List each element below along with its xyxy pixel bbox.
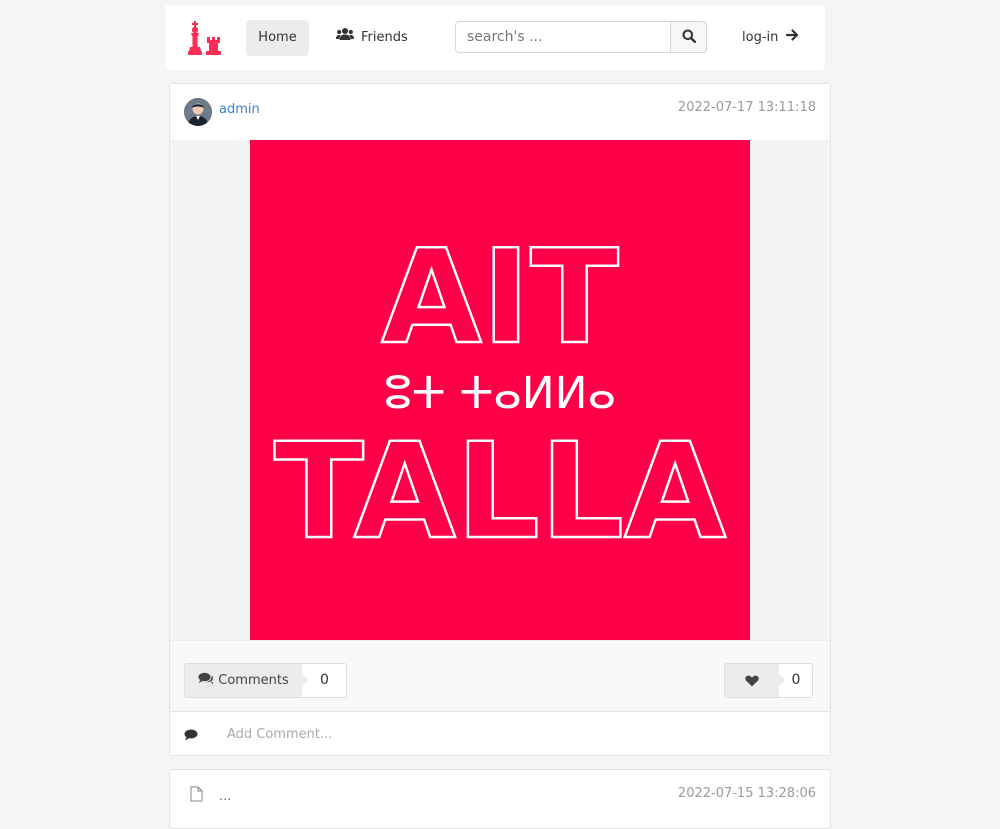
- comment-input[interactable]: [215, 720, 829, 748]
- post-card-2: ... 2022-07-15 13:28:06: [169, 769, 831, 829]
- comment-row: [170, 712, 830, 756]
- file-icon: [188, 786, 204, 806]
- post-image[interactable]: AIT ⵓⵜ ⵜⴰⵍⵍⴰ TALLA: [250, 140, 750, 640]
- image-text-tifinagh: ⵓⵜ ⵜⴰⵍⵍⴰ: [384, 368, 616, 419]
- post-date-2: 2022-07-15 13:28:06: [677, 786, 816, 801]
- post-card: admin 2022-07-17 13:11:18 AIT ⵓⵜ ⵜⴰⵍⵍⴰ T…: [169, 83, 831, 756]
- post-actions: Comments 0 0: [170, 640, 830, 712]
- post-author-2[interactable]: ...: [219, 789, 231, 804]
- top-navbar: Home Friends log-in: [165, 5, 825, 70]
- comments-count: 0: [320, 672, 329, 688]
- post-author[interactable]: admin: [219, 102, 260, 117]
- post-header: admin 2022-07-17 13:11:18: [170, 84, 830, 140]
- nav-friends-label: Friends: [361, 30, 408, 45]
- image-text-line1: AIT: [381, 221, 619, 373]
- search-group: [455, 21, 707, 53]
- image-text-line2: TALLA: [274, 415, 726, 569]
- login-label: log-in: [742, 30, 779, 45]
- comments-icon: [198, 672, 214, 689]
- post-date: 2022-07-17 13:11:18: [677, 100, 816, 115]
- arrow-right-icon: [786, 20, 799, 56]
- search-icon: [682, 28, 696, 47]
- avatar[interactable]: [184, 98, 212, 126]
- login-link[interactable]: log-in: [742, 20, 799, 56]
- search-button[interactable]: [670, 21, 707, 53]
- like-count: 0: [791, 672, 801, 688]
- heart-icon: [725, 664, 786, 697]
- post-media: AIT ⵓⵜ ⵜⴰⵍⵍⴰ TALLA: [170, 140, 830, 640]
- chess-logo-icon[interactable]: [185, 19, 225, 57]
- comments-text: Comments: [218, 673, 289, 688]
- like-button[interactable]: 0: [724, 663, 813, 698]
- comment-icon: [184, 726, 198, 745]
- search-input[interactable]: [455, 21, 670, 53]
- users-icon: [336, 20, 354, 56]
- comments-label: Comments: [185, 664, 309, 697]
- comments-button[interactable]: Comments 0: [184, 663, 347, 698]
- nav-friends[interactable]: Friends: [336, 20, 408, 56]
- nav-home[interactable]: Home: [246, 20, 309, 56]
